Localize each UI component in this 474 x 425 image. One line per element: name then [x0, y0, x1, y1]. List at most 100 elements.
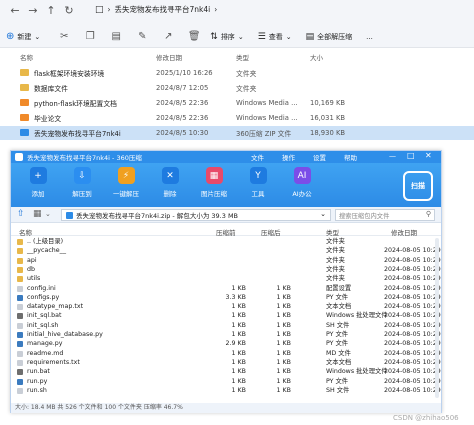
- header-modified[interactable]: 修改日期: [391, 227, 417, 237]
- extract-all-button[interactable]: ▤ 全部解压缩: [306, 32, 353, 42]
- copy-icon[interactable]: ❐: [80, 28, 100, 46]
- archive-row[interactable]: run.bat 1 KB 1 KB Windows 批处理文件 2024-08-05 1…: [11, 368, 441, 377]
- file-size: 10,169 KB: [310, 99, 346, 107]
- menu-item[interactable]: 帮助: [344, 152, 357, 162]
- ribbon-button[interactable]: ▦ 图片压缩: [199, 167, 229, 203]
- archive-row[interactable]: run.sh 1 KB 1 KB SH 文件 2024-08-05 10:29: [11, 387, 441, 396]
- chevron-down-icon[interactable]: ⌄: [45, 210, 51, 218]
- ribbon-button[interactable]: AI AI办公: [287, 167, 317, 203]
- scrollbar[interactable]: [435, 238, 439, 398]
- explorer-column-headers: 名称 修改日期 类型 大小: [0, 52, 474, 64]
- header-name[interactable]: 名称: [19, 227, 32, 237]
- header-modified[interactable]: 修改日期: [156, 52, 182, 62]
- scan-button[interactable]: 扫描: [403, 171, 433, 201]
- ribbon-button[interactable]: + 添加: [23, 167, 53, 203]
- archive-row[interactable]: config.ini 1 KB 1 KB 配置设置 2024-08-05 10:29: [11, 285, 441, 294]
- minimize-icon[interactable]: —: [389, 152, 396, 160]
- archive-row[interactable]: requirements.txt 1 KB 1 KB 文本文档 2024-08-05 1…: [11, 359, 441, 368]
- archive-row[interactable]: utils 文件夹 2024-08-05 10:29: [11, 275, 441, 284]
- file-name: 丢失宠物发布找寻平台7nk4i: [34, 130, 121, 138]
- path-field[interactable]: 丢失宠物发布找寻平台7nk4i.zip - 解包大小为 39.3 MB ⌄: [61, 209, 331, 221]
- archive-type: MD 文件: [326, 349, 351, 357]
- archive-name: __pycache__: [27, 247, 66, 255]
- menu-item[interactable]: 设置: [313, 152, 326, 162]
- archive-compressed: 3.3 KB: [225, 293, 246, 301]
- header-type[interactable]: 类型: [236, 52, 249, 62]
- archive-row[interactable]: db 文件夹 2024-08-05 10:29: [11, 266, 441, 275]
- file-row[interactable]: flask框架环境安装环境 2025/1/10 16:26 文件夹: [0, 66, 474, 80]
- archive-compressed: 1 KB: [231, 358, 246, 366]
- up-folder-icon[interactable]: ⇧: [17, 209, 25, 219]
- archive-row[interactable]: initial_hive_database.py 1 KB 1 KB PY 文件 202…: [11, 331, 441, 340]
- archive-row[interactable]: .. (上级目录) 文件夹: [11, 238, 441, 247]
- archive-modified: 2024-08-05 10:29: [384, 349, 441, 357]
- archive-size: 1 KB: [276, 303, 291, 311]
- archive-modified: 2024-08-05 10:29: [384, 256, 441, 264]
- header-size[interactable]: 压缩后: [261, 227, 281, 237]
- header-compressed[interactable]: 压缩前: [216, 227, 236, 237]
- paste-icon[interactable]: ▤: [106, 28, 126, 46]
- archive-compressed: 1 KB: [231, 349, 246, 357]
- ribbon-button[interactable]: ✕ 删除: [155, 167, 185, 203]
- file-icon: [17, 322, 23, 329]
- delete-icon[interactable]: 🗑: [184, 28, 204, 46]
- ribbon-button[interactable]: ⇩ 解压到: [67, 167, 97, 203]
- ribbon-button[interactable]: ⚡ 一键解压: [111, 167, 141, 203]
- layout-icon[interactable]: ▦: [33, 209, 42, 219]
- file-icon: [17, 350, 23, 357]
- menu-item[interactable]: 操作: [282, 152, 295, 162]
- file-row[interactable]: 丢失宠物发布找寻平台7nk4i 2024/8/5 10:30 360压缩 ZIP 文…: [0, 126, 474, 140]
- py-icon: [17, 341, 23, 348]
- close-icon[interactable]: ✕: [425, 151, 432, 160]
- cut-icon[interactable]: ✂: [54, 28, 74, 46]
- archive-row[interactable]: init_sql.bat 1 KB 1 KB Windows 批处理文件 2024-08…: [11, 312, 441, 321]
- archive-row[interactable]: api 文件夹 2024-08-05 10:29: [11, 257, 441, 266]
- menu-item[interactable]: 文件: [251, 152, 264, 162]
- back-arrow-icon[interactable]: ←: [6, 1, 24, 19]
- extract-icon: ⇩: [73, 167, 91, 184]
- archive-type: 文件夹: [326, 265, 345, 273]
- header-type[interactable]: 类型: [326, 227, 339, 237]
- address-bar[interactable]: □ › 丢失宠物发布找寻平台7nk4i ›: [95, 2, 217, 17]
- search-input[interactable]: 搜索压缩包内文件 ⚲: [335, 209, 435, 221]
- archive-name: manage.py: [27, 340, 63, 348]
- address-path: 丢失宠物发布找寻平台7nk4i: [114, 5, 211, 14]
- more-button[interactable]: ...: [366, 33, 373, 41]
- file-row[interactable]: 毕业论文 2024/8/5 22:36 Windows Media ... 16,03…: [0, 111, 474, 125]
- archive-row[interactable]: manage.py 2.9 KB 1 KB PY 文件 2024-08-05 10:29: [11, 340, 441, 349]
- bat-icon: [17, 313, 23, 320]
- file-row[interactable]: 数据库文件 2024/8/7 12:05 文件夹: [0, 81, 474, 95]
- file-icon: [17, 304, 23, 311]
- archive-row[interactable]: datatype_map.txt 1 KB 1 KB 文本文档 2024-08-05 1…: [11, 303, 441, 312]
- archive-row[interactable]: readme.md 1 KB 1 KB MD 文件 2024-08-05 10:29: [11, 350, 441, 359]
- folder-icon: [20, 84, 29, 91]
- file-row[interactable]: python-flask环境配置文档 2024/8/5 22:36 Windows …: [0, 96, 474, 110]
- archive-name: db: [27, 265, 35, 273]
- forward-arrow-icon[interactable]: →: [24, 1, 42, 19]
- folder-icon: [20, 69, 29, 76]
- archive-row[interactable]: configs.py 3.3 KB 1 KB PY 文件 2024-08-05 10:2…: [11, 294, 441, 303]
- archive-type: SH 文件: [326, 386, 350, 394]
- maximize-icon[interactable]: □: [407, 151, 415, 160]
- view-button[interactable]: ☰ 查看 ⌄: [258, 32, 292, 42]
- archive-size: 1 KB: [276, 368, 291, 376]
- archive-name: .. (上级目录): [27, 238, 64, 245]
- archive-path-bar: ⇧ ▦ ⌄ 丢失宠物发布找寻平台7nk4i.zip - 解包大小为 39.3 M…: [11, 207, 441, 223]
- archive-row[interactable]: run.py 1 KB 1 KB PY 文件 2024-08-05 10:29: [11, 378, 441, 387]
- file-modified: 2024/8/5 22:36: [156, 114, 209, 122]
- new-button[interactable]: ⊕ 新建 ⌄: [6, 31, 40, 42]
- archive-row[interactable]: __pycache__ 文件夹 2024-08-05 10:29: [11, 247, 441, 256]
- refresh-icon[interactable]: ↻: [60, 1, 78, 19]
- up-arrow-icon[interactable]: ↑: [42, 1, 60, 19]
- archive-modified: 2024-08-05 10:29: [384, 312, 441, 320]
- sort-button[interactable]: ⇅ 排序 ⌄: [210, 32, 243, 42]
- file-size: 18,930 KB: [310, 129, 346, 137]
- archive-row[interactable]: init_sql.sh 1 KB 1 KB SH 文件 2024-08-05 10:29: [11, 322, 441, 331]
- header-name[interactable]: 名称: [20, 52, 33, 62]
- rename-icon[interactable]: ✎: [132, 28, 152, 46]
- ribbon-button[interactable]: Y 工具: [243, 167, 273, 203]
- header-size[interactable]: 大小: [310, 52, 323, 62]
- share-icon[interactable]: ↗: [158, 28, 178, 46]
- archive-titlebar: 丢失宠物发布找寻平台7nk4i - 360压缩 文件 操作 设置 帮助 — □ ✕: [11, 151, 441, 163]
- archive-size: 1 KB: [276, 358, 291, 366]
